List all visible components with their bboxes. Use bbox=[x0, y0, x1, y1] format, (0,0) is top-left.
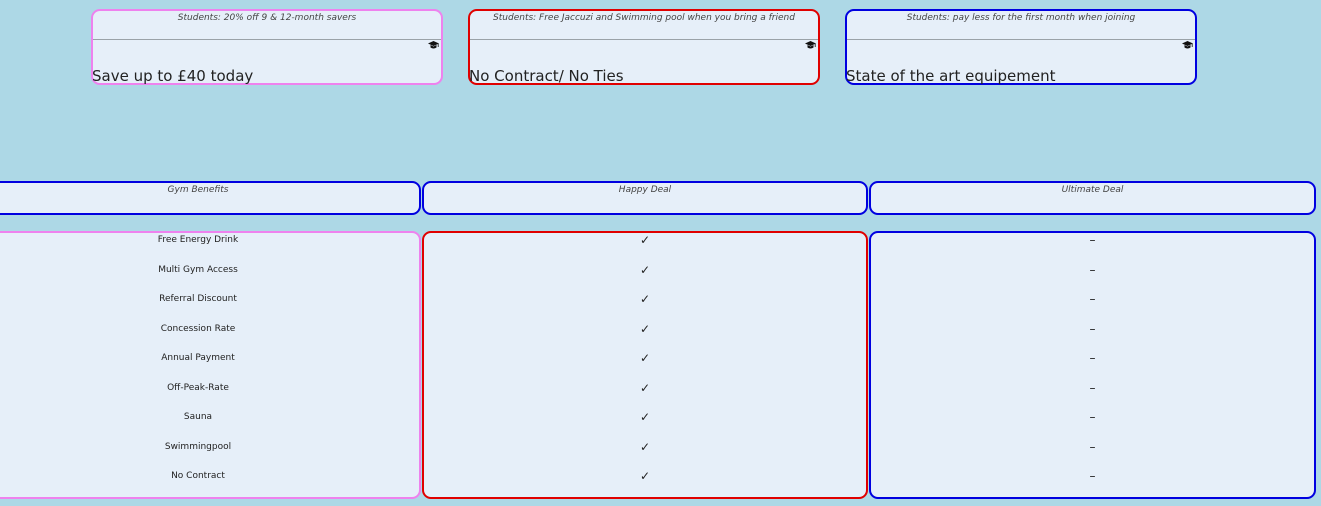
promo-subtitle: Students: pay less for the first month w… bbox=[847, 11, 1195, 40]
ultimate-deal-cell: – bbox=[1089, 410, 1096, 424]
promo-card-no-contract: Students: Free Jaccuzi and Swimming pool… bbox=[468, 9, 820, 85]
benefit-row: Annual Payment bbox=[161, 353, 235, 363]
promo-subtitle: Students: Free Jaccuzi and Swimming pool… bbox=[470, 11, 818, 40]
ultimate-deal-cell: – bbox=[1089, 439, 1096, 454]
column-header-ultimate-deal: Ultimate Deal bbox=[869, 181, 1316, 215]
promo-card-discount: Students: 20% off 9 & 12-month savers Sa… bbox=[91, 9, 443, 85]
ultimate-deal-cell: – bbox=[1089, 469, 1096, 483]
ultimate-deal-column: – – – – – – – – – bbox=[869, 231, 1316, 499]
happy-deal-cell: ✓ bbox=[639, 233, 651, 247]
happy-deal-cell: ✓ bbox=[639, 351, 651, 365]
happy-deal-cell: ✓ bbox=[639, 439, 651, 454]
benefit-row: Referral Discount bbox=[159, 294, 237, 304]
graduation-cap-icon bbox=[1182, 41, 1193, 50]
happy-deal-column: ✓ ✓ ✓ ✓ ✓ ✓ ✓ ✓ ✓ bbox=[422, 231, 868, 499]
promo-card-equipment: Students: pay less for the first month w… bbox=[845, 9, 1197, 85]
benefit-row: Free Energy Drink bbox=[157, 235, 239, 245]
happy-deal-cell: ✓ bbox=[639, 321, 651, 336]
graduation-cap-icon bbox=[428, 41, 439, 50]
promo-headline: No Contract/ No Ties bbox=[469, 67, 624, 85]
column-header-gym-benefits: Gym Benefits bbox=[0, 181, 421, 215]
ultimate-deal-cell: – bbox=[1089, 380, 1096, 395]
happy-deal-cell: ✓ bbox=[639, 262, 651, 277]
ultimate-deal-cell: – bbox=[1089, 292, 1096, 306]
graduation-cap-icon bbox=[805, 41, 816, 50]
benefit-row: Multi Gym Access bbox=[158, 264, 238, 275]
promo-headline: Save up to £40 today bbox=[92, 67, 254, 85]
promo-subtitle: Students: 20% off 9 & 12-month savers bbox=[93, 11, 441, 40]
benefit-row: Sauna bbox=[183, 412, 213, 422]
benefit-row: Concession Rate bbox=[160, 323, 236, 334]
benefits-column: Free Energy Drink Multi Gym Access Referra… bbox=[0, 231, 421, 499]
ultimate-deal-cell: – bbox=[1089, 233, 1096, 247]
column-header-happy-deal: Happy Deal bbox=[422, 181, 868, 215]
ultimate-deal-cell: – bbox=[1089, 321, 1096, 336]
benefit-row: Swimmingpool bbox=[164, 441, 232, 452]
benefit-row: No Contract bbox=[171, 471, 225, 481]
happy-deal-cell: ✓ bbox=[639, 410, 651, 424]
ultimate-deal-cell: – bbox=[1089, 351, 1096, 365]
benefit-row: Off-Peak-Rate bbox=[167, 382, 229, 393]
happy-deal-cell: ✓ bbox=[639, 292, 651, 306]
happy-deal-cell: ✓ bbox=[639, 380, 651, 395]
happy-deal-cell: ✓ bbox=[639, 469, 651, 483]
ultimate-deal-cell: – bbox=[1089, 262, 1096, 277]
promo-headline: State of the art equipement bbox=[846, 67, 1056, 85]
